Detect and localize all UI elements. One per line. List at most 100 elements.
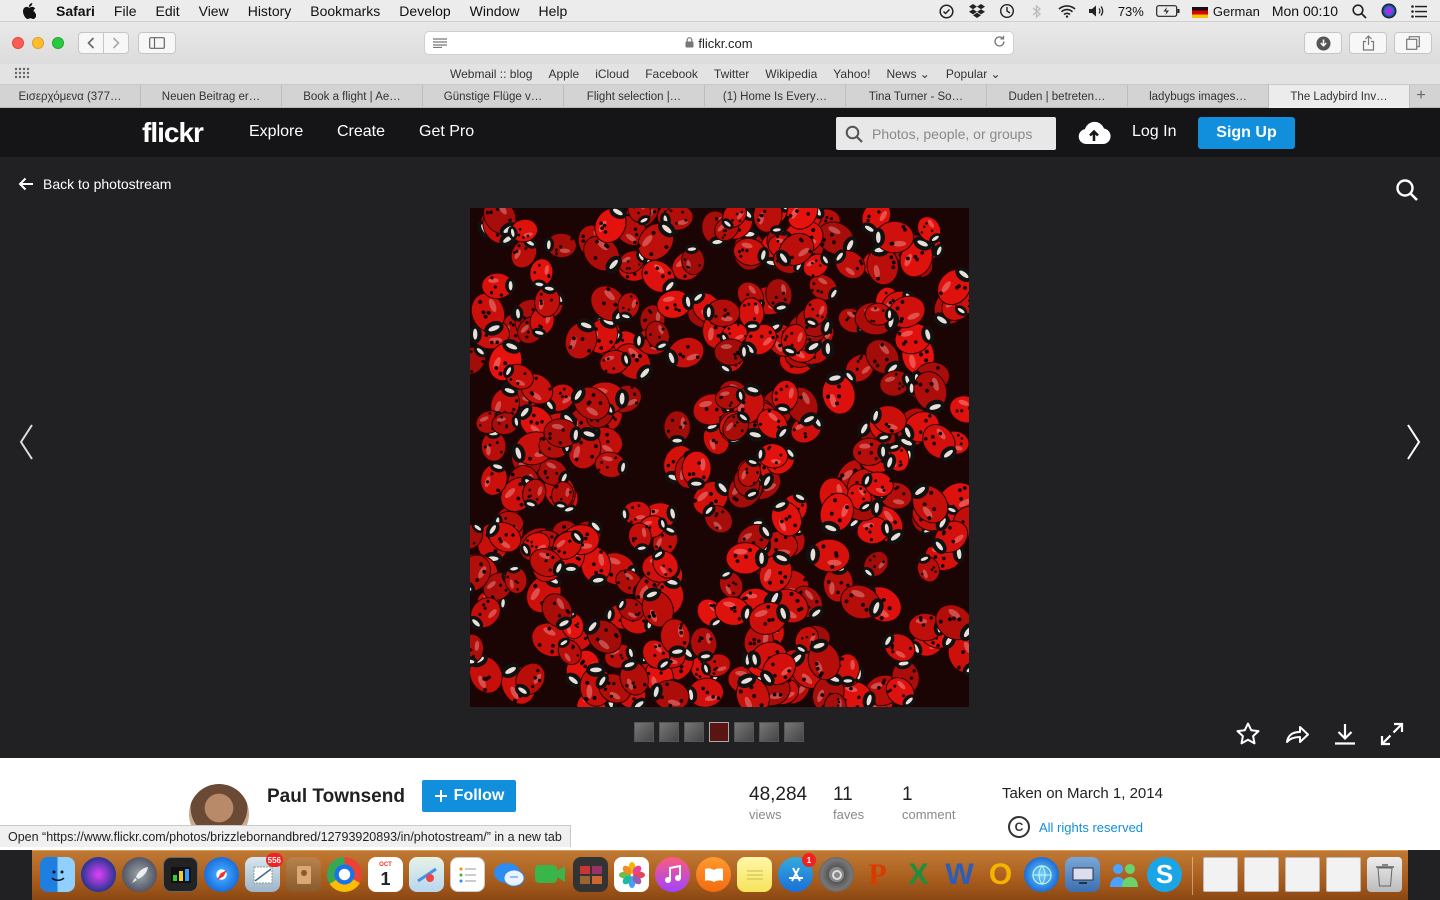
menu-window[interactable]: Window <box>470 3 520 19</box>
favorite-wikipedia[interactable]: Wikipedia <box>765 67 817 81</box>
favorite-news-folder[interactable]: News ⌄ <box>886 67 929 81</box>
favorite-popular-folder[interactable]: Popular ⌄ <box>946 67 1001 81</box>
notes-icon[interactable] <box>737 857 772 892</box>
task-check-icon[interactable] <box>938 3 956 19</box>
share-button[interactable] <box>1349 32 1387 54</box>
license-rights[interactable]: C All rights reserved <box>1008 816 1143 838</box>
downloads-button[interactable] <box>1304 32 1342 54</box>
notification-center-icon[interactable] <box>1410 3 1428 19</box>
facetime-phone-icon[interactable] <box>532 857 567 892</box>
reload-icon[interactable] <box>993 35 1006 51</box>
ibooks-icon[interactable] <box>696 857 731 892</box>
tab[interactable]: Flight selection |… <box>564 85 705 108</box>
window-close-button[interactable] <box>12 37 24 49</box>
favorite-apple[interactable]: Apple <box>548 67 579 81</box>
tab[interactable]: Günstige Flüge v… <box>423 85 564 108</box>
main-photo-ladybugs[interactable] <box>470 208 969 707</box>
favorite-icloud[interactable]: iCloud <box>595 67 629 81</box>
nav-explore[interactable]: Explore <box>249 123 303 141</box>
mail-stamp-icon[interactable]: 556 <box>245 853 283 892</box>
skype-icon[interactable]: S <box>1147 857 1182 892</box>
outlook-icon[interactable]: O <box>983 857 1018 892</box>
people-team-icon[interactable] <box>1106 857 1141 892</box>
upload-cloud-icon[interactable] <box>1077 120 1111 146</box>
siri-dock-icon[interactable] <box>81 857 116 892</box>
minimized-window-thumbnail[interactable] <box>1326 857 1361 892</box>
flickr-logo[interactable]: flickr <box>142 117 204 149</box>
thumbnail[interactable] <box>784 722 804 742</box>
favorite-webmail[interactable]: Webmail :: blog <box>450 67 532 81</box>
safari-compass-icon[interactable] <box>204 857 239 892</box>
activity-monitor-icon[interactable] <box>163 857 198 892</box>
thumbnail[interactable] <box>734 722 754 742</box>
window-minimize-button[interactable] <box>32 37 44 49</box>
viewer-search-icon[interactable] <box>1395 178 1419 202</box>
reminders-list-icon[interactable] <box>450 857 485 892</box>
owner-name[interactable]: Paul Townsend <box>267 786 405 808</box>
tab-active[interactable]: The Ladybird Inv… <box>1269 85 1410 108</box>
next-photo-arrow-icon[interactable] <box>1403 422 1423 462</box>
thumbnail[interactable] <box>684 722 704 742</box>
signup-button[interactable]: Sign Up <box>1198 117 1295 149</box>
nav-get-pro[interactable]: Get Pro <box>419 123 474 141</box>
menu-edit[interactable]: Edit <box>155 3 179 19</box>
tab-overview-button[interactable] <box>1394 32 1432 54</box>
finder-icon[interactable] <box>40 857 75 892</box>
chrome-browser-icon[interactable] <box>327 857 362 892</box>
tab[interactable]: Book a flight | Ae… <box>282 85 423 108</box>
sidebar-toggle-button[interactable] <box>138 32 176 54</box>
share-arrow-icon[interactable] <box>1284 721 1310 747</box>
launchpad-rocket-icon[interactable] <box>122 857 157 892</box>
volume-icon[interactable] <box>1088 3 1106 19</box>
minimized-window-thumbnail[interactable] <box>1285 857 1320 892</box>
fave-star-icon[interactable] <box>1235 721 1261 747</box>
new-tab-plus-icon[interactable]: + <box>1410 85 1432 107</box>
messages-bubble-icon[interactable] <box>491 857 526 892</box>
tab[interactable]: (1) Home Is Every… <box>705 85 846 108</box>
favorite-twitter[interactable]: Twitter <box>714 67 749 81</box>
back-to-photostream-link[interactable]: Back to photostream <box>18 176 171 192</box>
menu-view[interactable]: View <box>199 3 229 19</box>
tab[interactable]: ladybugs images… <box>1128 85 1269 108</box>
menu-history[interactable]: History <box>248 3 292 19</box>
time-machine-icon[interactable] <box>998 3 1016 19</box>
thumbnail-current[interactable] <box>709 722 729 742</box>
itunes-music-icon[interactable] <box>655 857 690 892</box>
app-store-icon[interactable]: 1 <box>778 853 816 892</box>
bluetooth-icon[interactable] <box>1028 3 1046 19</box>
apple-menu-icon[interactable] <box>20 2 38 20</box>
wifi-icon[interactable] <box>1058 3 1076 19</box>
contacts-book-icon[interactable] <box>286 857 321 892</box>
thumbnail[interactable] <box>759 722 779 742</box>
flickr-search-input[interactable]: Photos, people, or groups <box>836 117 1056 150</box>
menubar-clock[interactable]: Mon 00:10 <box>1272 3 1338 19</box>
battery-icon[interactable] <box>1155 3 1180 19</box>
favorite-yahoo[interactable]: Yahoo! <box>833 67 870 81</box>
minimized-window-thumbnail[interactable] <box>1244 857 1279 892</box>
top-sites-grid-icon[interactable] <box>14 67 30 81</box>
menu-bookmarks[interactable]: Bookmarks <box>310 3 380 19</box>
system-preferences-gear-icon[interactable] <box>819 857 854 892</box>
menu-file[interactable]: File <box>114 3 137 19</box>
menu-app-safari[interactable]: Safari <box>56 3 95 19</box>
reader-list-icon[interactable] <box>433 37 447 51</box>
thumbnail[interactable] <box>659 722 679 742</box>
maps-icon[interactable] <box>409 857 444 892</box>
tab[interactable]: Tina Turner - So… <box>846 85 987 108</box>
input-language[interactable]: German <box>1191 4 1260 19</box>
comments-stat[interactable]: 1 comment <box>902 784 955 822</box>
window-zoom-button[interactable] <box>52 37 64 49</box>
calendar-icon[interactable]: OCT 1 <box>368 857 403 892</box>
excel-icon[interactable]: X <box>901 857 936 892</box>
menu-help[interactable]: Help <box>538 3 567 19</box>
word-icon[interactable]: W <box>942 857 977 892</box>
dropbox-icon[interactable] <box>968 3 986 19</box>
thumbnail[interactable] <box>634 722 654 742</box>
previous-photo-arrow-icon[interactable] <box>17 422 37 462</box>
spotlight-icon[interactable] <box>1350 3 1368 19</box>
menu-develop[interactable]: Develop <box>399 3 450 19</box>
login-link[interactable]: Log In <box>1132 123 1176 141</box>
photos-flower-icon[interactable] <box>614 857 649 892</box>
nav-create[interactable]: Create <box>337 123 385 141</box>
remote-desktop-icon[interactable] <box>1065 857 1100 892</box>
